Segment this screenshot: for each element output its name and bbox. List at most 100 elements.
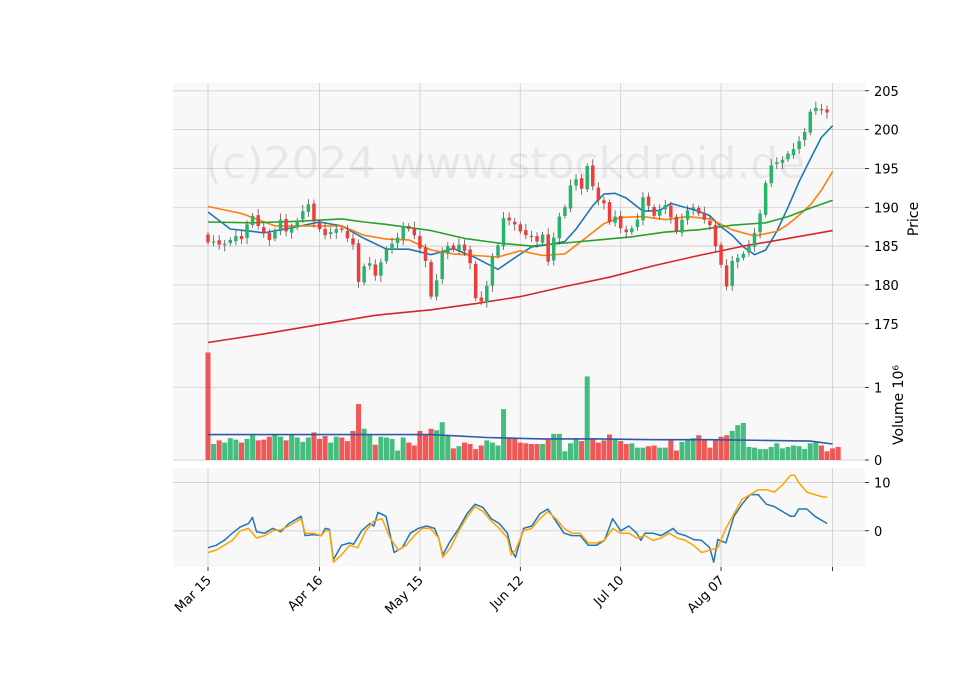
volume-bar (584, 376, 590, 460)
candle-body (211, 241, 216, 243)
volume-bar (411, 445, 417, 460)
candle-body (646, 196, 651, 206)
candle-body (234, 236, 238, 242)
volume-bar (813, 442, 819, 460)
chart-svg: (c)2024 www.stockdroid.de Mar 15 Apr 16 Ma… (172, 83, 922, 617)
candle-body (814, 107, 818, 112)
candle-body (496, 245, 500, 256)
volume-bar (651, 445, 657, 460)
candle-body (752, 232, 757, 247)
candle-body (490, 257, 495, 286)
volume-bar (835, 446, 841, 460)
candle-body (278, 219, 283, 232)
candle-body (613, 216, 617, 223)
candle-body (552, 237, 556, 261)
candle-body (401, 225, 405, 239)
candle-body (289, 227, 294, 233)
stock-chart: (c)2024 www.stockdroid.de Mar 15 Apr 16 Ma… (0, 0, 960, 690)
candle-body (786, 153, 790, 160)
volume-bar (294, 437, 300, 460)
volume-bar (640, 447, 646, 460)
volume-bar (634, 447, 640, 460)
candle-body (808, 111, 812, 133)
price-tick-label: 190 (874, 201, 899, 216)
candle-body (228, 239, 233, 244)
volume-bar (534, 444, 540, 460)
candle-body (501, 218, 506, 246)
volume-bar (389, 438, 395, 460)
candle-body (607, 202, 612, 223)
volume-tick-label: 0 (874, 454, 882, 469)
candle-body (345, 231, 350, 239)
volume-bar (796, 446, 802, 460)
volume-bar (512, 438, 518, 460)
volume-bar (255, 440, 261, 460)
volume-bar (261, 439, 267, 460)
volume-bar (774, 443, 780, 460)
volume-bar (305, 437, 311, 460)
volume-bar (785, 446, 791, 460)
volume-bar (668, 438, 674, 460)
candle-body (769, 165, 773, 184)
candle-body (680, 219, 684, 233)
candle-body (334, 229, 338, 233)
candle-body (719, 244, 723, 265)
candle-body (724, 265, 729, 287)
candle-body (791, 149, 796, 155)
candle-body (663, 204, 668, 210)
candle-body (412, 227, 417, 236)
candle-body (429, 262, 433, 297)
volume-bar (428, 428, 434, 460)
volume-bar (673, 450, 679, 460)
volume-bar (807, 443, 813, 460)
volume-bar (595, 442, 601, 460)
candle-body (462, 244, 467, 251)
candle-body (730, 260, 734, 286)
volume-bar (378, 436, 384, 460)
volume-bar (601, 440, 607, 460)
volume-bar (484, 440, 490, 460)
volume-bar (317, 438, 323, 460)
candle-body (596, 187, 601, 201)
candle-body (379, 262, 383, 276)
candle-body (457, 244, 461, 251)
volume-bar (422, 434, 428, 460)
volume-bar (383, 437, 389, 460)
volume-bar (779, 448, 785, 460)
volume-bar (701, 439, 707, 460)
price-tick-label: 180 (874, 279, 899, 294)
volume-bar (540, 444, 546, 460)
volume-bar (768, 446, 774, 460)
volume-bar (205, 352, 211, 460)
volume-bar (623, 444, 629, 460)
candle-body (267, 232, 272, 240)
volume-bar (400, 437, 406, 460)
volume-bar (545, 439, 551, 460)
candle-body (535, 236, 539, 242)
candle-body (284, 219, 288, 232)
candle-body (574, 179, 578, 186)
volume-bar (467, 444, 473, 460)
candle-body (223, 243, 227, 246)
candle-body (602, 200, 606, 204)
volume-bar (567, 443, 573, 460)
candle-body (540, 234, 545, 243)
candle-body (262, 227, 266, 233)
candle-body (802, 131, 807, 141)
candle-body (763, 183, 768, 215)
candle-body (273, 230, 277, 239)
volume-axis-title: Volume 10⁶ (891, 365, 907, 445)
watermark: (c)2024 www.stockdroid.de (205, 138, 805, 189)
candle-body (674, 216, 679, 232)
candle-body (741, 253, 746, 258)
candle-body (747, 246, 751, 253)
volume-bar (216, 440, 222, 460)
candle-body (384, 249, 389, 262)
volume-bar (311, 432, 317, 460)
candle-body (657, 210, 662, 216)
candle-body (624, 229, 628, 233)
candle-body (245, 224, 249, 238)
volume-bar (456, 446, 462, 460)
volume-bar (495, 445, 501, 460)
volume-bar (729, 430, 735, 460)
